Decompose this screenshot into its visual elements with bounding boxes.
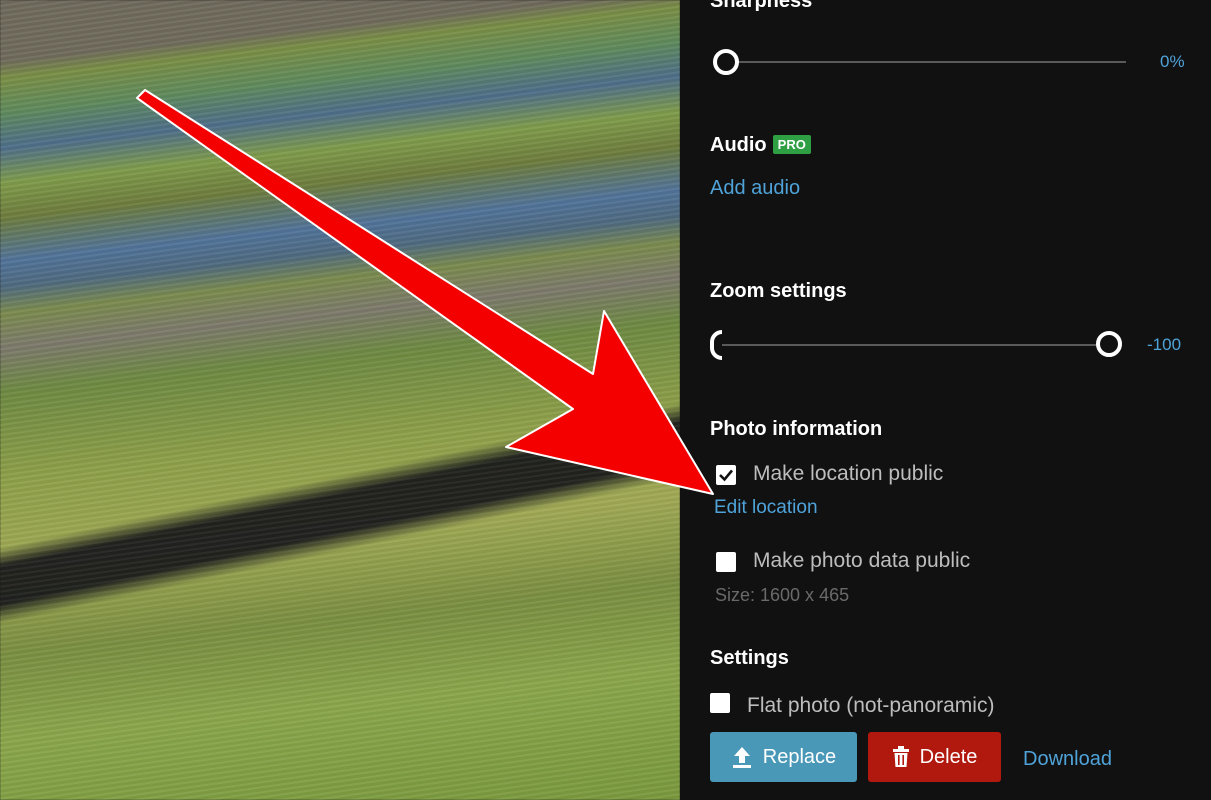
photo-size: Size: 1600 x 465 — [715, 585, 850, 605]
zoom-settings-title: Zoom settings — [710, 280, 847, 302]
audio-title-text: Audio — [710, 134, 767, 156]
zoom-value: -100 — [1147, 335, 1182, 354]
delete-button[interactable]: Delete — [868, 732, 1001, 782]
zoom-slider-track[interactable] — [722, 344, 1112, 346]
pro-badge: PRO — [772, 135, 811, 154]
photo-data-public-checkbox[interactable] — [716, 552, 736, 572]
check-icon — [719, 469, 733, 482]
photo-data-public-label: Make photo data public — [753, 549, 971, 572]
sharpness-value: 0% — [1160, 52, 1185, 71]
audio-title: Audio PRO — [710, 134, 811, 157]
download-link[interactable]: Download — [1023, 748, 1112, 771]
delete-button-label: Delete — [919, 745, 978, 768]
edit-location-link[interactable]: Edit location — [714, 497, 818, 519]
add-audio-link[interactable]: Add audio — [710, 177, 800, 200]
flat-photo-checkbox[interactable] — [710, 693, 730, 713]
flat-photo-label: Flat photo (not-panoramic) — [747, 694, 995, 717]
sharpness-title: Sharpness — [710, 0, 813, 12]
sharpness-slider-track[interactable] — [726, 61, 1126, 63]
trash-icon — [892, 746, 909, 767]
location-public-checkbox[interactable] — [716, 465, 736, 485]
sharpness-slider-knob[interactable] — [713, 49, 739, 75]
replace-button[interactable]: Replace — [710, 732, 857, 782]
upload-icon — [732, 747, 751, 768]
photo-information-title: Photo information — [710, 418, 883, 440]
edit-sidebar: Sharpness 0% Audio PRO Add audio Zoom set… — [680, 0, 1211, 800]
photo-motion-blur — [0, 0, 680, 800]
replace-button-label: Replace — [762, 745, 837, 768]
location-public-label: Make location public — [753, 462, 944, 485]
zoom-slider-min-handle[interactable] — [710, 330, 722, 360]
settings-title: Settings — [710, 647, 789, 669]
zoom-slider-knob[interactable] — [1096, 331, 1122, 357]
